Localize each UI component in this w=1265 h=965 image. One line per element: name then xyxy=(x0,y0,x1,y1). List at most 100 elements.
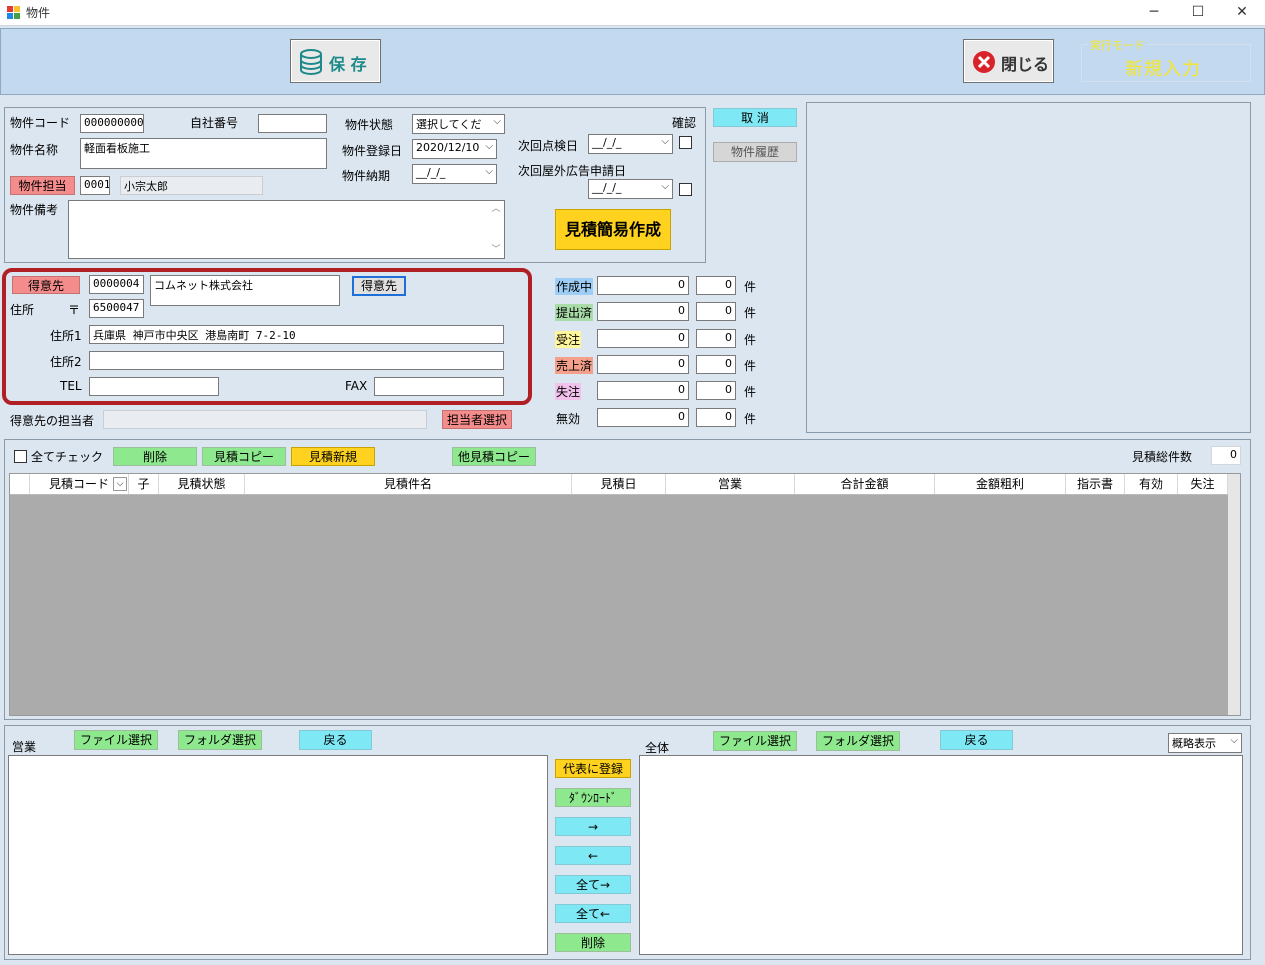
chevron-down-icon: ⌵ xyxy=(1230,735,1238,746)
database-icon xyxy=(299,49,323,78)
other-estimate-copy-button[interactable]: 他見積コピー xyxy=(452,447,536,466)
close-circle-icon xyxy=(972,50,996,77)
zip-field[interactable]: 6500047 xyxy=(89,299,144,318)
contact-select-button[interactable]: 担当者選択 xyxy=(442,410,512,429)
next-inspection-picker[interactable]: __/_/_ ⌵ xyxy=(588,134,673,154)
grid-scrollbar[interactable] xyxy=(1228,474,1240,715)
col-label: 見積コード xyxy=(48,477,109,491)
status-count: 0 xyxy=(696,355,736,374)
col-lost[interactable]: 失注 xyxy=(1178,474,1228,494)
col-child[interactable]: 子 xyxy=(129,474,159,494)
preview-panel xyxy=(806,102,1251,433)
status-counts: 作成中 0 0 件 提出済 0 0 件 受注 0 0 件 売上済 0 0 件 失… xyxy=(552,275,802,435)
chevron-down-icon: ⌵ xyxy=(493,116,501,127)
close-button[interactable]: 閉じる xyxy=(963,39,1054,83)
minimize-button[interactable]: ─ xyxy=(1131,2,1177,24)
move-right-button[interactable]: → xyxy=(555,817,631,836)
sales-file-list[interactable] xyxy=(8,755,548,955)
property-remarks-label: 物件備考 xyxy=(10,203,59,217)
address1-field[interactable]: 兵庫県 神戸市中央区 港島南町 7-2-10 xyxy=(89,325,504,344)
estimates-grid[interactable]: 見積コード ⌵ 子 見積状態 見積件名 見積日 営業 合計金額 金額粗利 指示書… xyxy=(9,473,1241,716)
all-files-label: 全体 xyxy=(645,741,670,755)
scroll-down-icon[interactable]: ﹀ xyxy=(488,242,504,255)
registration-date-picker[interactable]: 2020/12/10 ⌵ xyxy=(412,139,497,159)
property-code-label: 物件コード xyxy=(10,116,71,130)
status-label: 受注 xyxy=(555,331,582,348)
save-button[interactable]: 保 存 xyxy=(290,39,381,83)
all-file-list[interactable] xyxy=(639,755,1243,955)
property-history-button[interactable]: 物件履歴 xyxy=(713,142,797,162)
sales-folder-select-button[interactable]: フォルダ選択 xyxy=(178,730,262,750)
own-number-label: 自社番号 xyxy=(190,116,239,130)
address1-label: 住所1 xyxy=(50,329,82,343)
all-back-button[interactable]: 戻る xyxy=(940,730,1013,750)
move-left-button[interactable]: ← xyxy=(555,846,631,865)
grid-header-spacer xyxy=(10,474,30,494)
estimate-quick-create-button[interactable]: 見積簡易作成 xyxy=(555,209,671,250)
address2-label: 住所2 xyxy=(50,355,82,369)
check-all-label[interactable]: 全てチェック xyxy=(31,448,103,465)
status-count: 0 xyxy=(696,408,736,427)
col-estimate-status[interactable]: 見積状態 xyxy=(159,474,245,494)
col-sales[interactable]: 営業 xyxy=(666,474,795,494)
property-staff-button[interactable]: 物件担当 xyxy=(10,176,75,195)
staff-code-field[interactable]: 0001 xyxy=(80,176,110,195)
all-folder-select-button[interactable]: フォルダ選択 xyxy=(816,731,900,751)
col-estimate-subject[interactable]: 見積件名 xyxy=(245,474,572,494)
next-ad-checkbox[interactable] xyxy=(679,183,692,196)
download-button[interactable]: ﾀﾞｳﾝﾛｰﾄﾞ xyxy=(555,788,631,807)
next-ad-picker[interactable]: __/_/_ ⌵ xyxy=(588,179,673,199)
customer-code-field[interactable]: 0000004 xyxy=(89,275,144,294)
maximize-button[interactable]: ☐ xyxy=(1175,2,1221,24)
sales-file-select-button[interactable]: ファイル選択 xyxy=(74,730,158,750)
property-code-field[interactable]: 0000000006 xyxy=(80,114,144,133)
status-unit: 件 xyxy=(744,280,757,294)
col-instruction[interactable]: 指示書 xyxy=(1066,474,1125,494)
close-label: 閉じる xyxy=(1001,55,1050,74)
new-estimate-button[interactable]: 見積新規 xyxy=(291,447,375,466)
next-inspection-checkbox[interactable] xyxy=(679,136,692,149)
own-number-field[interactable] xyxy=(258,114,327,133)
view-mode-select[interactable]: 概略表示 ⌵ xyxy=(1168,733,1242,753)
col-estimate-date[interactable]: 見積日 xyxy=(572,474,666,494)
status-count: 0 xyxy=(696,302,736,321)
col-total-amount[interactable]: 合計金額 xyxy=(795,474,935,494)
fax-label: FAX xyxy=(345,379,368,393)
customer-name-field[interactable]: コムネット株式会社 xyxy=(150,275,340,306)
col-valid[interactable]: 有効 xyxy=(1125,474,1178,494)
col-gross-profit[interactable]: 金額粗利 xyxy=(935,474,1066,494)
next-ad-label: 次回屋外広告申請日 xyxy=(518,164,627,178)
fax-field[interactable] xyxy=(374,377,504,396)
sales-back-button[interactable]: 戻る xyxy=(299,730,372,750)
status-unit: 件 xyxy=(744,412,757,426)
delete-file-button[interactable]: 削除 xyxy=(555,933,631,952)
dropdown-icon[interactable]: ⌵ xyxy=(113,477,127,491)
property-status-value: 選択してくだ xyxy=(416,118,482,131)
property-status-select[interactable]: 選択してくだ ⌵ xyxy=(412,114,505,134)
close-window-button[interactable]: ✕ xyxy=(1219,2,1265,24)
mode-group: 実行モード 新規入力 xyxy=(1081,37,1251,82)
register-representative-button[interactable]: 代表に登録 xyxy=(555,759,631,778)
status-amount: 0 xyxy=(597,276,689,295)
cancel-button[interactable]: 取 消 xyxy=(713,108,797,127)
delete-estimate-button[interactable]: 削除 xyxy=(113,447,197,466)
status-unit: 件 xyxy=(744,306,757,320)
delivery-date-picker[interactable]: __/_/_ ⌵ xyxy=(412,164,497,184)
tel-label: TEL xyxy=(60,379,82,393)
customer-button[interactable]: 得意先 xyxy=(12,276,80,294)
move-all-left-button[interactable]: 全て← xyxy=(555,904,631,923)
move-all-right-button[interactable]: 全て→ xyxy=(555,875,631,894)
property-name-field[interactable]: 軽面看板施工 xyxy=(80,138,327,169)
copy-estimate-button[interactable]: 見積コピー xyxy=(202,447,286,466)
remarks-scrollbar[interactable]: ︿ ﹀ xyxy=(488,201,504,258)
grid-header: 見積コード ⌵ 子 見積状態 見積件名 見積日 営業 合計金額 金額粗利 指示書… xyxy=(10,474,1228,495)
check-all-checkbox[interactable] xyxy=(14,450,27,463)
status-unit: 件 xyxy=(744,385,757,399)
property-remarks-field[interactable] xyxy=(68,200,505,259)
address2-field[interactable] xyxy=(89,351,504,370)
customer-select-button[interactable]: 得意先 xyxy=(352,276,406,296)
all-file-select-button[interactable]: ファイル選択 xyxy=(713,731,797,751)
status-count: 0 xyxy=(696,276,736,295)
tel-field[interactable] xyxy=(89,377,219,396)
scroll-up-icon[interactable]: ︿ xyxy=(488,201,504,214)
